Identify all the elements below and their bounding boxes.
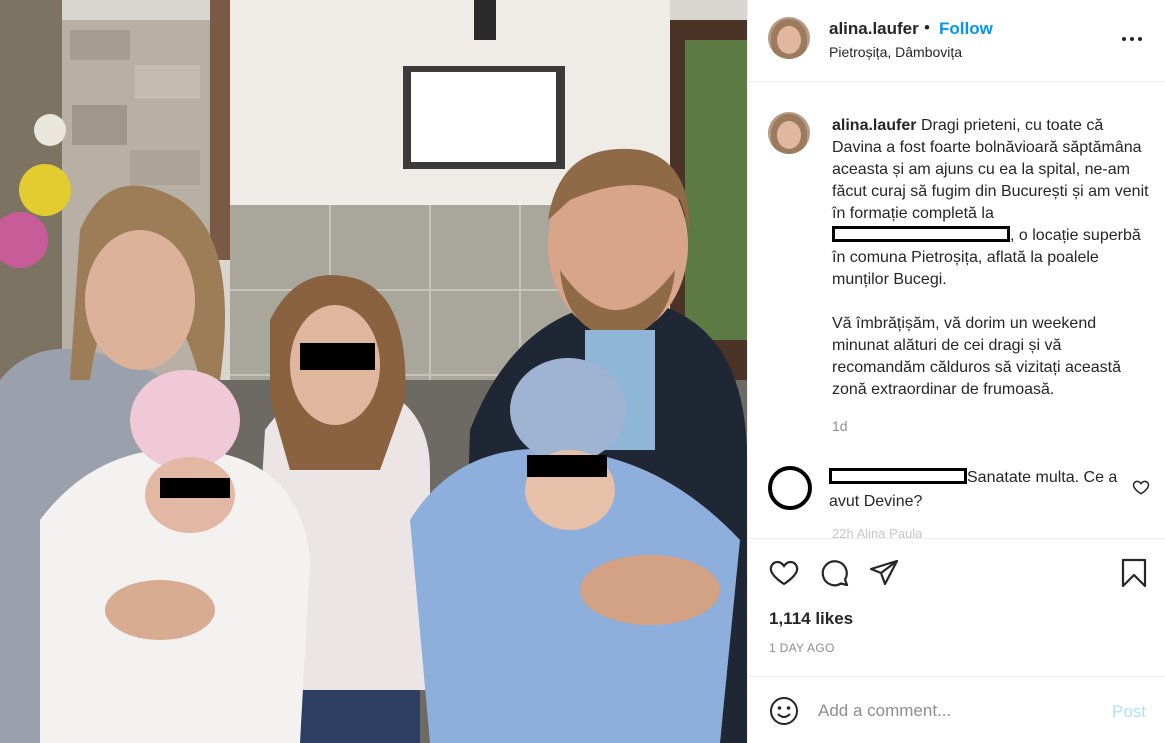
separator-dot: • (924, 18, 930, 37)
author-username[interactable]: alina.laufer (829, 19, 919, 39)
follow-button[interactable]: Follow (939, 19, 993, 39)
next-comment-preview: 22h Alina Paula (832, 526, 923, 538)
redacted-commenter-avatar[interactable] (768, 466, 812, 510)
post-comment-button[interactable]: Post (1112, 702, 1146, 722)
post-photo[interactable] (0, 0, 747, 743)
add-comment-bar: Post (748, 676, 1165, 743)
comment-like-heart-icon[interactable] (1132, 478, 1150, 496)
comments-scroll-area[interactable]: alina.laufer Dragi prieteni, cu toate că… (748, 82, 1165, 538)
post-actions: 1,114 likes 1 DAY AGO (748, 538, 1165, 688)
more-options-icon[interactable] (1120, 26, 1144, 50)
comment-item: Sanatate multa. Ce a avut Devine? (748, 460, 1165, 530)
caption-paragraph-2: Vă îmbrățișăm, vă dorim un weekend minun… (832, 315, 1122, 398)
post-detail-panel: alina.laufer • Follow Pietroșița, Dâmbov… (747, 0, 1165, 743)
post-caption: alina.laufer Dragi prieteni, cu toate că… (832, 115, 1152, 401)
smiley-icon[interactable] (768, 695, 800, 727)
likes-count[interactable]: 1,114 likes (769, 609, 853, 629)
comment-input[interactable] (818, 697, 1098, 725)
post-date: 1 DAY AGO (769, 641, 835, 655)
author-avatar[interactable] (768, 17, 810, 59)
heart-icon[interactable] (768, 557, 800, 589)
caption-username[interactable]: alina.laufer (832, 117, 916, 134)
bookmark-icon[interactable] (1118, 557, 1150, 589)
redacted-location-box (832, 226, 1010, 242)
post-header: alina.laufer • Follow Pietroșița, Dâmbov… (748, 0, 1165, 82)
post-location[interactable]: Pietroșița, Dâmbovița (829, 44, 962, 60)
comment-bubble-icon[interactable] (818, 557, 850, 589)
redacted-commenter-name (829, 468, 967, 484)
paper-plane-icon[interactable] (868, 557, 900, 589)
caption-timestamp: 1d (832, 418, 848, 434)
caption-author-avatar[interactable] (768, 112, 810, 154)
family-photo-illustration (0, 0, 747, 743)
